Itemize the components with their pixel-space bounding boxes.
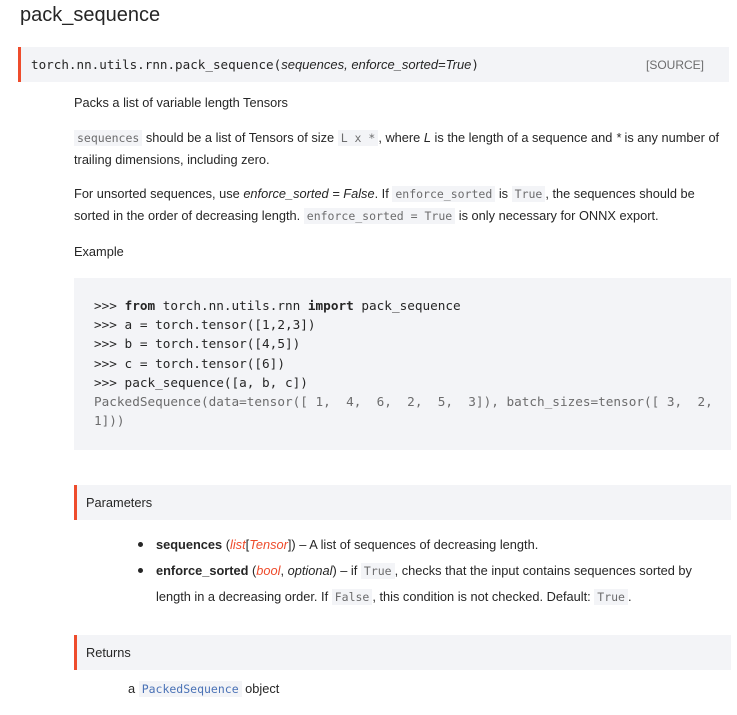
function-params: sequences, enforce_sorted=True [281,57,472,72]
inline-code: L x * [337,130,379,146]
source-link[interactable]: [SOURCE] [646,58,704,72]
paragraph-unsorted: For unsorted sequences, use enforce_sort… [74,186,695,224]
packedsequence-link[interactable]: PackedSequence [138,681,242,697]
type-link[interactable]: Tensor [249,537,288,552]
function-name: torch.nn.utils.rnn.pack_sequence( [31,57,282,72]
page-title: pack_sequence [20,4,161,26]
param-sequences: sequences (list[Tensor]) – A list of seq… [138,532,728,558]
inline-code: enforce_sorted = True [303,208,456,224]
inline-code: True [594,589,628,605]
signature-text: torch.nn.utils.rnn.pack_sequence(sequenc… [31,57,479,72]
inline-code: enforce_sorted [392,186,496,202]
code-example[interactable]: >>> from torch.nn.utils.rnn import pack_… [74,278,731,450]
parameters-header: Parameters [74,485,731,520]
example-label: Example [74,244,124,259]
param-enforce-sorted: enforce_sorted (bool, optional) – if Tru… [138,558,728,610]
description: Packs a list of variable length Tensors [74,95,288,110]
type-text: optional [287,563,333,578]
inline-code: False [331,589,373,605]
type-link[interactable]: bool [256,563,280,578]
bullet [138,542,143,547]
parameters-header-label: Parameters [86,495,153,510]
parameter-list: sequences (list[Tensor]) – A list of seq… [138,532,728,610]
signature-close: ) [471,57,479,72]
inline-code: True [360,563,395,579]
returns-header: Returns [74,635,731,670]
code-text: >>> from torch.nn.utils.rnn import pack_… [94,298,713,429]
paragraph-sequences: sequences should be a list of Tensors of… [74,130,720,167]
type-link[interactable]: list [230,537,246,552]
function-signature: torch.nn.utils.rnn.pack_sequence(sequenc… [18,47,729,82]
returns-description: a PackedSequence object [128,681,280,697]
inline-code: True [511,186,546,202]
inline-code: sequences [74,130,143,146]
returns-header-label: Returns [86,645,131,660]
bullet [138,568,143,573]
